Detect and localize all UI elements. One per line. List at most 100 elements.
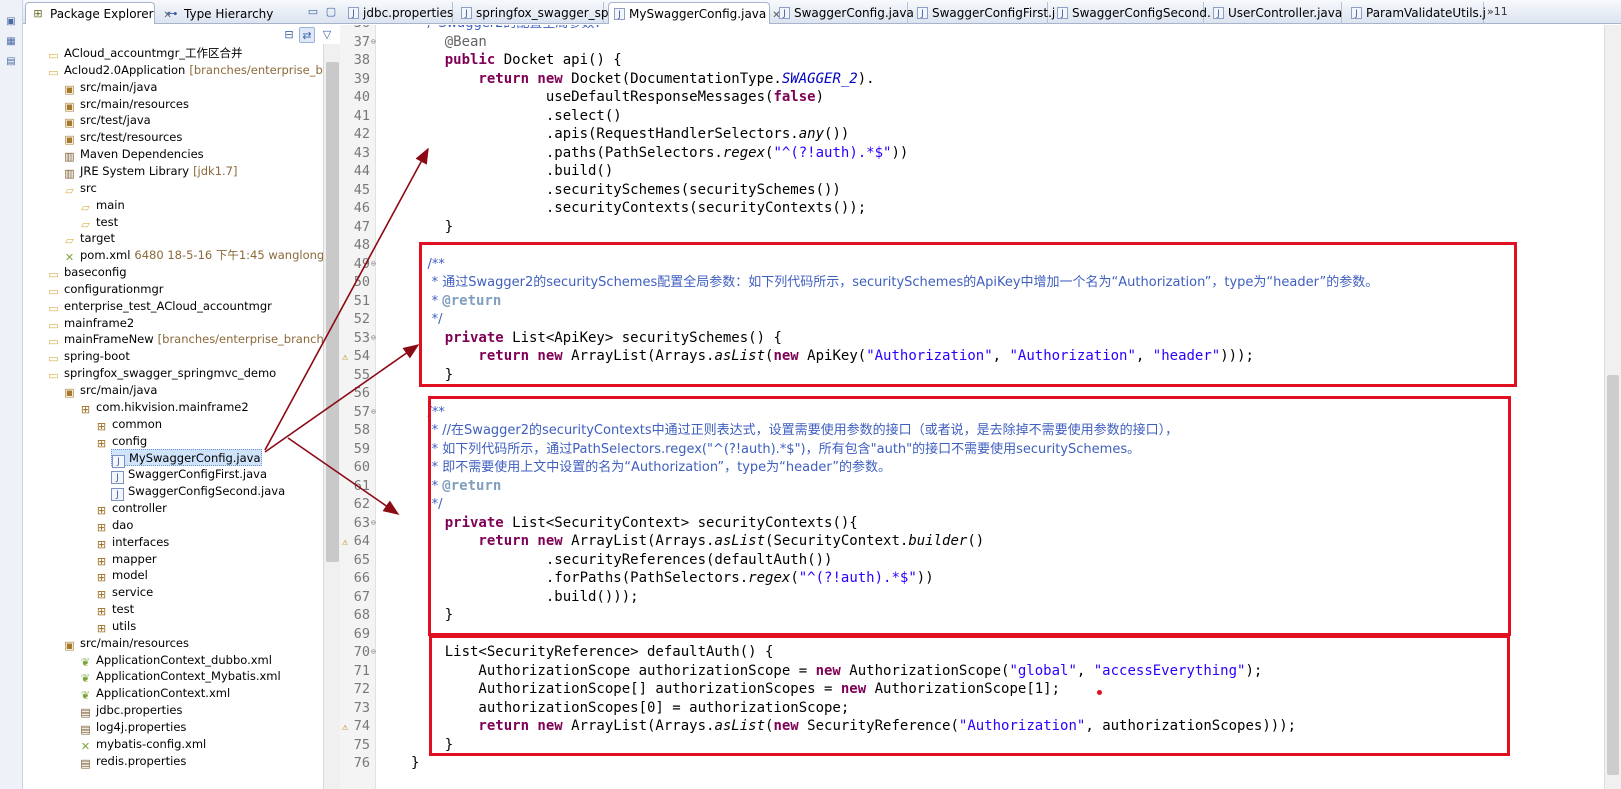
maximize-icon[interactable]: ▢ — [323, 4, 339, 20]
editor-tab[interactable]: J ParamValidateUtils.j — [1346, 2, 1486, 24]
code-line[interactable]: 65 .securityReferences(defaultAuth()) — [340, 551, 1604, 570]
code-line[interactable]: 70 ⊖ List<SecurityReference> defaultAuth(… — [340, 643, 1604, 662]
editor-scrollbar[interactable] — [1604, 25, 1621, 789]
code-line[interactable]: 60 * 即不需要使用上文中设置的名为“Authorization”，type为… — [340, 458, 1604, 477]
tree-item[interactable]: ✕ mybatis-config.xml — [79, 736, 206, 753]
code-line[interactable]: 75 } — [340, 736, 1604, 755]
code-line[interactable]: 44 .build() — [340, 162, 1604, 181]
tree-item[interactable]: ▭ configurationmgr — [47, 281, 163, 298]
code-line[interactable]: 58 * //在Swagger2的securityContexts中通过正则表达… — [340, 421, 1604, 440]
tree-item[interactable]: ❦ ApplicationContext_Mybatis.xml — [79, 668, 281, 685]
tree-item[interactable]: ▭ baseconfig — [47, 264, 126, 281]
tree-item[interactable]: ▣ src/main/resources — [63, 96, 189, 113]
code-line[interactable]: 68 } — [340, 606, 1604, 625]
tree-item[interactable]: J SwaggerConfigSecond.java — [111, 483, 285, 502]
code-line[interactable]: 45 .securitySchemes(securitySchemes()) — [340, 181, 1604, 200]
tree-item[interactable]: ▭ spring-boot — [47, 348, 130, 365]
link-with-editor-icon[interactable]: ⇄ — [299, 27, 315, 43]
tree-item[interactable]: ▭ mainframe2 — [47, 315, 134, 332]
editor-tab[interactable]: J SwaggerConfig.java — [774, 2, 914, 24]
code-line[interactable]: 43 .paths(PathSelectors.regex("^(?!auth)… — [340, 144, 1604, 163]
tree-item[interactable]: J MySwaggerConfig.java — [111, 449, 262, 469]
code-line[interactable]: 39 return new Docket(DocumentationType.S… — [340, 70, 1604, 89]
tab-overflow-button[interactable]: »11 — [1487, 5, 1508, 18]
fold-toggle-icon[interactable]: ⊖ — [371, 514, 376, 533]
fold-toggle-icon[interactable]: ⊖ — [371, 33, 376, 52]
tree-item[interactable]: ⊞ utils — [95, 618, 136, 635]
tree-item[interactable]: ⊞ config — [95, 433, 147, 450]
tree-item[interactable]: ▣ src/main/java — [63, 382, 157, 399]
scrollbar-thumb[interactable] — [326, 62, 339, 562]
tree-item[interactable]: ❦ ApplicationContext_dubbo.xml — [79, 652, 272, 669]
editor-tab[interactable]: J SwaggerConfigSecond. — [1052, 2, 1211, 24]
package-explorer-icon[interactable]: ▦ — [4, 34, 18, 48]
editor-tab[interactable]: Jspringfox_swagger_sp — [456, 2, 609, 24]
tree-item[interactable]: ⊞ mapper — [95, 551, 157, 568]
tree-item[interactable]: J SwaggerConfigFirst.java — [111, 466, 267, 485]
scrollbar-thumb[interactable] — [1607, 375, 1619, 775]
code-line[interactable]: 42 .apis(RequestHandlerSelectors.any()) — [340, 125, 1604, 144]
code-line[interactable]: 71 AuthorizationScope authorizationScope… — [340, 662, 1604, 681]
editor-tab[interactable]: J UserController.java — [1208, 2, 1342, 24]
tab-package-explorer[interactable]: ⊞ Package Explorer ✕ — [25, 2, 172, 24]
code-line[interactable]: 66 .forPaths(PathSelectors.regex("^(?!au… — [340, 569, 1604, 588]
tree-item[interactable]: ⊞ com.hikvision.mainframe2 — [79, 399, 249, 416]
tree-item[interactable]: ▭ springfox_swagger_springmvc_demo — [47, 365, 276, 382]
tree-item[interactable]: ▥ JRE System Library [jdk1.7] — [63, 163, 237, 180]
minimize-icon[interactable]: ▭ — [305, 4, 321, 20]
fold-toggle-icon[interactable]: ⊖ — [371, 643, 376, 662]
tree-item[interactable]: ⊞ controller — [95, 500, 167, 517]
collapse-all-icon[interactable]: ⊟ — [281, 27, 297, 43]
editor-tab[interactable]: Jjdbc.properties — [343, 2, 453, 24]
fold-toggle-icon[interactable]: ⊖ — [371, 403, 376, 422]
code-line[interactable]: 53 ⊖ private List<ApiKey> securitySchemes… — [340, 329, 1604, 348]
tree-item[interactable]: ▭ Acloud2.0Application [branches/enterpris… — [47, 62, 323, 79]
code-line[interactable]: 54 ⚠ return new ArrayList(Arrays.asList(n… — [340, 347, 1604, 366]
tree-item[interactable]: ▣ src/test/java — [63, 112, 150, 129]
code-line[interactable]: 37 ⊖ @Bean — [340, 33, 1604, 52]
tree-item[interactable]: ▣ src/main/java — [63, 79, 157, 96]
type-hierarchy-icon[interactable]: ▤ — [4, 54, 18, 68]
tree-item[interactable]: ❦ ApplicationContext.xml — [79, 685, 230, 702]
code-line[interactable]: 63 ⊖ private List<SecurityContext> securi… — [340, 514, 1604, 533]
tree-item[interactable]: ▭ enterprise_test_ACloud_accountmgr — [47, 298, 272, 315]
tree-item[interactable]: ⊞ dao — [95, 517, 134, 534]
code-line[interactable]: 74 ⚠ return new ArrayList(Arrays.asList(n… — [340, 717, 1604, 736]
code-line[interactable]: 57 ⊖ /** — [340, 403, 1604, 422]
fold-toggle-icon[interactable]: ⊖ — [371, 329, 376, 348]
code-line[interactable]: 46 .securityContexts(securityContexts())… — [340, 199, 1604, 218]
editor-tab[interactable]: J MySwaggerConfig.java ✕ — [608, 2, 781, 24]
code-line[interactable]: 38 public Docket api() { — [340, 51, 1604, 70]
restore-icon[interactable]: ▣ — [4, 14, 18, 28]
code-line[interactable]: 52 */ — [340, 310, 1604, 329]
view-menu-icon[interactable]: ▽ — [319, 27, 335, 43]
tree-item[interactable]: ▭ ACloud_accountmgr_工作区合并 — [47, 45, 242, 62]
tree-item[interactable]: ⊞ common — [95, 416, 162, 433]
code-line[interactable]: 36 /*Swagger2的配置全局参数： — [340, 25, 1604, 33]
code-line[interactable]: 61 * @return — [340, 477, 1604, 496]
code-line[interactable]: 62 */ — [340, 495, 1604, 514]
tree-item[interactable]: ▱ src — [63, 180, 97, 197]
code-line[interactable]: 55 } — [340, 366, 1604, 385]
code-line[interactable]: 41 .select() — [340, 107, 1604, 126]
code-line[interactable]: 76} — [340, 754, 1604, 773]
code-line[interactable]: 40 useDefaultResponseMessages(false) — [340, 88, 1604, 107]
code-line[interactable]: 69 — [340, 625, 1604, 644]
code-line[interactable]: 49 ⊖ /** — [340, 255, 1604, 274]
code-line[interactable]: 48 — [340, 236, 1604, 255]
code-line[interactable]: 72 AuthorizationScope[] authorizationSco… — [340, 680, 1604, 699]
tab-type-hierarchy[interactable]: ⊶ Type Hierarchy — [159, 2, 279, 24]
fold-toggle-icon[interactable]: ⊖ — [371, 255, 376, 274]
tree-item[interactable]: ▤ log4j.properties — [79, 719, 186, 736]
tree-item[interactable]: ⊞ model — [95, 567, 148, 584]
tree-item[interactable]: ▣ src/main/resources — [63, 635, 189, 652]
code-line[interactable]: 64 ⚠ return new ArrayList(Arrays.asList(S… — [340, 532, 1604, 551]
tree-item[interactable]: ▥ Maven Dependencies — [63, 146, 203, 163]
tree-item[interactable]: ▱ target — [63, 230, 115, 247]
tree-item[interactable]: ▤ jdbc.properties — [79, 702, 182, 719]
code-line[interactable]: 59 * 如下列代码所示，通过PathSelectors.regex("^(?!… — [340, 440, 1604, 459]
editor-tab[interactable]: J SwaggerConfigFirst.j — [912, 2, 1055, 24]
tree-item[interactable]: ⊞ interfaces — [95, 534, 169, 551]
tree-item[interactable]: ▱ test — [79, 214, 118, 231]
tree-item[interactable]: ▱ main — [79, 197, 124, 214]
